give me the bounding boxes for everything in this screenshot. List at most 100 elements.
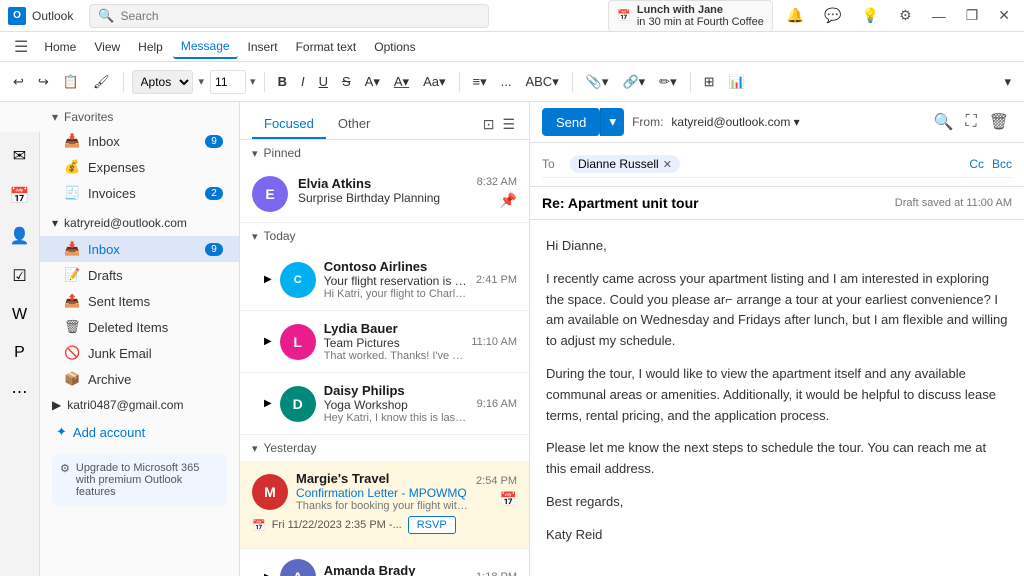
add-account-button[interactable]: ✦ Add account — [40, 418, 239, 446]
nav-calendar-button[interactable]: 📅 — [4, 180, 36, 212]
more-options-button[interactable]: ... — [496, 71, 517, 92]
email-item-daisy[interactable]: ▶ D Daisy Philips Yoga Workshop Hey Katr… — [240, 373, 529, 435]
font-size-input[interactable] — [210, 70, 246, 94]
sidebar-item-expenses[interactable]: 💰 Expenses — [40, 154, 239, 180]
font-color-button[interactable]: A▾ — [389, 71, 414, 93]
minimize-button[interactable]: — — [926, 6, 952, 26]
zoom-button[interactable]: 🔍 — [931, 109, 957, 135]
redo-button[interactable]: ↪ — [33, 71, 54, 93]
menu-home[interactable]: Home — [36, 36, 84, 58]
email-item-elvia[interactable]: E Elvia Atkins Surprise Birthday Plannin… — [240, 166, 529, 223]
lightbulb-button[interactable]: 💡 — [856, 5, 885, 26]
line-spacing-button[interactable]: ≡▾ — [468, 71, 492, 93]
italic-button[interactable]: I — [296, 71, 310, 92]
email-item-lydia[interactable]: ▶ L Lydia Bauer Team Pictures That worke… — [240, 311, 529, 373]
cc-button[interactable]: Cc — [969, 157, 984, 171]
to-field-row: To Dianne Russell ✕ Cc Bcc — [542, 151, 1012, 178]
chat-button[interactable]: 💬 — [818, 5, 847, 26]
send-dropdown-button[interactable]: ▾ — [600, 108, 624, 136]
rsvp-button[interactable]: RSVP — [408, 516, 456, 534]
settings-button[interactable]: ⚙ — [893, 5, 918, 26]
account1-header[interactable]: ▾ katryreid@outlook.com — [40, 210, 239, 236]
strikethrough-button[interactable]: S — [337, 71, 356, 92]
email-body[interactable]: Hi Dianne, I recently came across your a… — [530, 220, 1024, 576]
send-button[interactable]: Send — [542, 108, 600, 136]
format-painter-button[interactable]: 🖌 — [88, 71, 115, 93]
nav-word-button[interactable]: W — [6, 300, 33, 330]
chip-close-button[interactable]: ✕ — [663, 158, 672, 171]
bcc-button[interactable]: Bcc — [992, 157, 1012, 171]
filter-button[interactable]: ⊡ — [481, 114, 497, 135]
separator-5 — [690, 72, 691, 92]
expand-contoso-button[interactable]: ▶ — [264, 274, 272, 285]
sidebar-item-inbox-main[interactable]: 📥 Inbox 9 — [40, 236, 239, 262]
search-icon: 🔍 — [98, 8, 114, 24]
expand-daisy-button[interactable]: ▶ — [264, 398, 272, 409]
more-format-button[interactable]: Aa▾ — [418, 71, 450, 93]
sidebar-item-inbox-fav[interactable]: 📥 Inbox 9 — [40, 128, 239, 154]
sidebar-item-archive[interactable]: 📦 Archive — [40, 366, 239, 392]
yesterday-label: Yesterday — [264, 441, 317, 455]
sidebar-item-deleted[interactable]: 🗑 Deleted Items — [40, 314, 239, 340]
nav-tasks-button[interactable]: ☑ — [6, 260, 32, 292]
search-input[interactable] — [121, 9, 481, 23]
expand-amanda-button[interactable]: ▶ — [264, 572, 272, 576]
menu-format-text[interactable]: Format text — [288, 36, 365, 58]
email-item-margie[interactable]: M Margie's Travel Confirmation Letter - … — [240, 461, 529, 549]
highlight-button[interactable]: A▾ — [360, 71, 385, 93]
recipient-name: Dianne Russell — [578, 157, 659, 171]
chevron-down-icon: ▾ — [52, 216, 58, 230]
sidebar-item-invoices[interactable]: 🧾 Invoices 2 — [40, 180, 239, 206]
menu-help[interactable]: Help — [130, 36, 171, 58]
maximize-button[interactable]: ❐ — [960, 5, 985, 26]
spell-check-button[interactable]: ABC▾ — [520, 71, 563, 93]
to-label: To — [542, 157, 570, 171]
nav-mail-button[interactable]: ✉ — [7, 140, 32, 172]
nav-powerpoint-button[interactable]: P — [8, 338, 31, 368]
hamburger-button[interactable]: ☰ — [8, 35, 34, 59]
bold-button[interactable]: B — [273, 71, 292, 92]
menu-options[interactable]: Options — [366, 36, 423, 58]
undo-button[interactable]: ↩ — [8, 71, 29, 93]
close-button[interactable]: ✕ — [992, 5, 1016, 26]
attach-button[interactable]: 📎▾ — [581, 71, 614, 93]
email-item-amanda[interactable]: ▶ A Amanda Brady Apartment Parking Spot … — [240, 549, 529, 576]
recipient-chip[interactable]: Dianne Russell ✕ — [570, 155, 680, 173]
search-box[interactable]: 🔍 — [89, 4, 489, 28]
yesterday-expand-button[interactable]: ▾ — [252, 442, 258, 455]
clipboard-button[interactable]: 📋 — [58, 71, 84, 93]
pop-out-button[interactable]: ⛶ — [962, 109, 979, 135]
discard-button[interactable]: 🗑 — [986, 109, 1012, 135]
today-expand-button[interactable]: ▾ — [252, 230, 258, 243]
chart-button[interactable]: 📊 — [724, 71, 750, 93]
email-meta-amanda: 1:18 PM — [476, 571, 517, 576]
menu-insert[interactable]: Insert — [240, 36, 286, 58]
account2-header[interactable]: ▶ katri0487@gmail.com — [40, 392, 239, 418]
sort-button[interactable]: ☰ — [500, 114, 517, 135]
table-button[interactable]: ⊞ — [699, 71, 720, 93]
pinned-expand-button[interactable]: ▾ — [252, 147, 258, 160]
favorites-header[interactable]: ▾ Favorites — [40, 106, 239, 128]
menu-view[interactable]: View — [86, 36, 128, 58]
sidebar-item-junk[interactable]: 🚫 Junk Email — [40, 340, 239, 366]
sidebar-item-drafts[interactable]: 📝 Drafts — [40, 262, 239, 288]
email-content-elvia: Elvia Atkins Surprise Birthday Planning — [298, 176, 467, 205]
junk-icon: 🚫 — [64, 345, 80, 361]
link-button[interactable]: 🔗▾ — [617, 71, 650, 93]
font-size-dropdown-icon: ▾ — [250, 75, 256, 88]
nav-people-button[interactable]: 👤 — [4, 220, 36, 252]
nav-more-button[interactable]: ⋯ — [6, 376, 34, 408]
email-tabs: Focused Other ⊡ ☰ — [240, 102, 529, 140]
lunch-reminder: 📅 Lunch with Jane in 30 min at Fourth Co… — [608, 0, 773, 32]
font-select[interactable]: Aptos — [132, 70, 193, 94]
expand-lydia-button[interactable]: ▶ — [264, 336, 272, 347]
toolbar-expand-button[interactable]: ▾ — [999, 71, 1016, 93]
tab-other[interactable]: Other — [326, 110, 383, 139]
notifications-button[interactable]: 🔔 — [781, 5, 810, 26]
underline-button[interactable]: U — [314, 71, 333, 92]
sidebar-item-sent[interactable]: 📤 Sent Items — [40, 288, 239, 314]
email-item-contoso[interactable]: ▶ C Contoso Airlines Your flight reserva… — [240, 249, 529, 311]
tab-focused[interactable]: Focused — [252, 110, 326, 139]
menu-message[interactable]: Message — [173, 35, 238, 59]
draw-button[interactable]: ✏▾ — [654, 71, 681, 93]
